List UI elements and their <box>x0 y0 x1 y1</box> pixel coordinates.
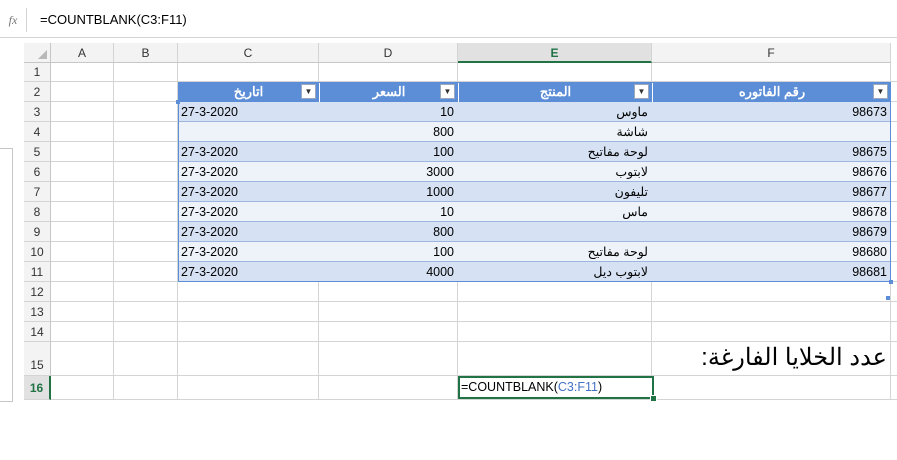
cell-e5[interactable]: لوحة مفاتيح <box>458 142 652 162</box>
row-header-7[interactable]: 7 <box>24 182 51 202</box>
gridline <box>51 399 897 400</box>
cell-e3[interactable]: ماوس <box>458 102 652 122</box>
table-header-product[interactable]: المنتج ▼ <box>458 82 652 102</box>
cell-e9[interactable] <box>458 222 652 242</box>
cell-f7[interactable]: 98677 <box>652 182 891 202</box>
cell-c3[interactable]: 27-3-2020 <box>178 102 319 122</box>
cell-c5[interactable]: 27-3-2020 <box>178 142 319 162</box>
row-header-12[interactable]: 12 <box>24 282 51 302</box>
cell-d11[interactable]: 4000 <box>319 262 458 282</box>
table-header-date[interactable]: اتاريخ ▼ <box>178 82 319 102</box>
cell-f9[interactable]: 98679 <box>652 222 891 242</box>
column-header-f[interactable]: F <box>652 43 891 63</box>
column-header-d[interactable]: D <box>319 43 458 63</box>
column-header-e[interactable]: E <box>458 43 652 63</box>
cell-e6[interactable]: لابتوب <box>458 162 652 182</box>
table-header-label: رقم الفاتوره <box>738 84 806 99</box>
row-header-13[interactable]: 13 <box>24 302 51 322</box>
cell-f11[interactable]: 98681 <box>652 262 891 282</box>
chevron-down-icon[interactable]: ▼ <box>634 84 649 99</box>
cell-f5[interactable]: 98675 <box>652 142 891 162</box>
cell-d3[interactable]: 10 <box>319 102 458 122</box>
row-header-9[interactable]: 9 <box>24 222 51 242</box>
row-header-11[interactable]: 11 <box>24 262 51 282</box>
row-header-5[interactable]: 5 <box>24 142 51 162</box>
row-header-15[interactable]: 15 <box>24 342 51 376</box>
chevron-down-icon[interactable]: ▼ <box>873 84 888 99</box>
cell-d4[interactable]: 800 <box>319 122 458 142</box>
cell-c11[interactable]: 27-3-2020 <box>178 262 319 282</box>
cell-f8[interactable]: 98678 <box>652 202 891 222</box>
formula-suffix: ) <box>597 380 603 394</box>
fill-handle[interactable] <box>650 395 657 402</box>
side-pane-edge <box>0 148 13 402</box>
row-header-6[interactable]: 6 <box>24 162 51 182</box>
row-header-8[interactable]: 8 <box>24 202 51 222</box>
cell-e4[interactable]: شاشة <box>458 122 652 142</box>
chevron-down-icon[interactable]: ▼ <box>301 84 316 99</box>
table-header-label: اتاريخ <box>233 84 264 99</box>
cell-e7[interactable]: تليفون <box>458 182 652 202</box>
table-header-label: السعر <box>372 84 406 99</box>
range-handle[interactable] <box>889 280 893 284</box>
cell-c7[interactable]: 27-3-2020 <box>178 182 319 202</box>
formula-range-reference: C3:F11 <box>557 380 598 394</box>
formula-prefix: =COUNTBLANK( <box>461 380 558 394</box>
cell-d8[interactable]: 10 <box>319 202 458 222</box>
gridline <box>51 341 897 342</box>
column-header-c[interactable]: C <box>178 43 319 63</box>
gridline <box>51 301 897 302</box>
cell-e10[interactable]: لوحة مفاتيح <box>458 242 652 262</box>
formula-bar-divider <box>26 8 27 32</box>
cell-c10[interactable]: 27-3-2020 <box>178 242 319 262</box>
cell-f4[interactable] <box>652 122 891 142</box>
blank-cells-label: عدد الخلايا الفارغة: <box>701 344 887 371</box>
cell-f6[interactable]: 98676 <box>652 162 891 182</box>
cell-e8[interactable]: ماس <box>458 202 652 222</box>
cell-c6[interactable]: 27-3-2020 <box>178 162 319 182</box>
formula-input[interactable]: =COUNTBLANK(C3:F11) <box>40 8 187 32</box>
row-header-16[interactable]: 16 <box>24 376 51 400</box>
active-cell-e16[interactable]: =COUNTBLANK(C3:F11) <box>458 376 654 399</box>
formula-bar-border <box>0 37 897 38</box>
worksheet-grid[interactable]: A B C D E F 1 2 3 4 5 6 7 8 9 10 11 12 1… <box>24 43 897 402</box>
chevron-down-icon[interactable]: ▼ <box>440 84 455 99</box>
row-header-10[interactable]: 10 <box>24 242 51 262</box>
cell-d9[interactable]: 800 <box>319 222 458 242</box>
table-header-invoice[interactable]: رقم الفاتوره ▼ <box>652 82 891 102</box>
cell-c4[interactable] <box>178 122 319 142</box>
cell-c9[interactable]: 27-3-2020 <box>178 222 319 242</box>
cell-c8[interactable]: 27-3-2020 <box>178 202 319 222</box>
cell-d10[interactable]: 100 <box>319 242 458 262</box>
select-all-triangle-icon <box>38 50 47 59</box>
cell-f10[interactable]: 98680 <box>652 242 891 262</box>
formula-bar: fx =COUNTBLANK(C3:F11) <box>0 0 897 38</box>
column-header-a[interactable]: A <box>51 43 114 63</box>
table-header-price[interactable]: السعر ▼ <box>319 82 458 102</box>
cell-d6[interactable]: 3000 <box>319 162 458 182</box>
row-header-2[interactable]: 2 <box>24 82 51 102</box>
select-all-button[interactable] <box>24 43 51 63</box>
cell-f3[interactable]: 98673 <box>652 102 891 122</box>
row-header-14[interactable]: 14 <box>24 322 51 342</box>
insert-function-icon[interactable]: fx <box>0 8 26 32</box>
gridline <box>113 63 114 400</box>
column-header-b[interactable]: B <box>114 43 178 63</box>
range-handle[interactable] <box>176 100 180 104</box>
row-header-1[interactable]: 1 <box>24 63 51 82</box>
cell-e11[interactable]: لابتوب ديل <box>458 262 652 282</box>
cell-d5[interactable]: 100 <box>319 142 458 162</box>
table-resize-handle[interactable] <box>886 296 890 300</box>
row-header-3[interactable]: 3 <box>24 102 51 122</box>
row-header-4[interactable]: 4 <box>24 122 51 142</box>
cell-d7[interactable]: 1000 <box>319 182 458 202</box>
table-header-label: المنتج <box>539 84 572 99</box>
gridline <box>51 321 897 322</box>
